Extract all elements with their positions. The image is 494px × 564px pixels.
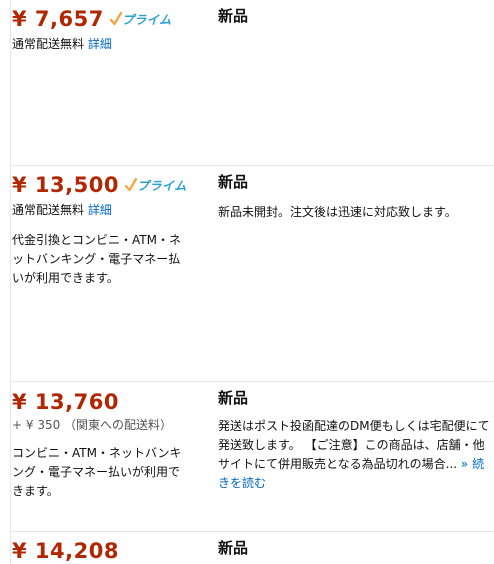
prime-label: プライム [121,12,172,27]
prime-badge: プライム [109,9,172,29]
condition-column: 新品 [218,538,490,558]
condition-label: 新品 [218,7,249,25]
condition-label: 新品 [218,173,249,191]
prime-check-icon [124,177,137,192]
prime-check-icon [109,11,122,26]
offer-price: ¥ 13,500 [12,173,119,197]
price-column: ¥ 13,500 プライム 通常配送無料 詳細 代金引換とコンビニ・ATM・ネッ… [12,173,200,288]
offer-divider [10,165,494,166]
seller-comment: 新品未開封。注文後は迅速に対応致します。 [218,205,457,219]
seller-comment: 発送はポスト投函配達のDM便もしくは宅配便にて発送致します。 【ご注意】この商品… [218,417,490,493]
payment-methods: 代金引換とコンビニ・ATM・ネットバンキング・電子マネー払いが利用できます。 [12,233,181,285]
price-line: ¥ 13,760 [12,390,200,414]
shipping-info: 通常配送無料 詳細 [12,36,200,52]
price-line: ¥ 13,500 プライム [12,173,200,197]
payment-methods: コンビニ・ATM・ネットバンキング・電子マネー払いが利用できます。 [12,446,182,498]
offer-price: ¥ 13,760 [12,390,119,414]
details-link[interactable]: 詳細 [88,203,112,217]
condition-column: 新品 [218,6,490,26]
shipping-text: 通常配送無料 [12,37,85,51]
shipping-info: 通常配送無料 詳細 [12,202,200,218]
price-line: ¥ 7,657 プライム [12,7,200,31]
condition-label: 新品 [218,389,249,407]
price-line: ¥ 14,208 [12,539,200,563]
price-column: ¥ 13,760 + ¥ 350 （関東への配送料） コンビニ・ATM・ネットバ… [12,390,200,501]
shipping-text: 通常配送無料 [12,203,85,217]
offer-price: ¥ 14,208 [12,539,119,563]
offer-divider [10,381,494,382]
left-border [10,0,11,564]
condition-label: 新品 [218,539,249,557]
prime-badge: プライム [124,175,187,195]
offer-price: ¥ 7,657 [12,7,104,31]
details-link[interactable]: 詳細 [88,37,112,51]
price-column: ¥ 7,657 プライム 通常配送無料 詳細 [12,7,200,52]
condition-column: 新品 新品未開封。注文後は迅速に対応致します。 [218,172,490,222]
seller-comment-text: 発送はポスト投函配達のDM便もしくは宅配便にて発送致します。 【ご注意】この商品… [218,419,490,471]
condition-column: 新品 発送はポスト投函配達のDM便もしくは宅配便にて発送致します。 【ご注意】こ… [218,388,490,493]
price-column: ¥ 14,208 [12,539,200,563]
prime-label: プライム [136,178,187,193]
shipping-fee: + ¥ 350 （関東への配送料） [12,418,173,432]
offer-divider [10,531,494,532]
